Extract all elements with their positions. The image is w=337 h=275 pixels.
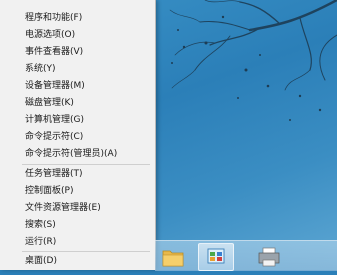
menu-item-control-panel[interactable]: 控制面板(P) [0, 183, 155, 200]
menu-item-programs-features[interactable]: 程序和功能(F) [0, 10, 155, 27]
menu-item-power-options[interactable]: 电源选项(O) [0, 27, 155, 44]
menu-item-file-explorer[interactable]: 文件资源管理器(E) [0, 200, 155, 217]
printer-icon [258, 247, 280, 267]
winx-context-menu: 程序和功能(F) 电源选项(O) 事件查看器(V) 系统(Y) 设备管理器(M)… [0, 0, 156, 270]
menu-separator [22, 164, 150, 165]
menu-item-system[interactable]: 系统(Y) [0, 61, 155, 78]
menu-item-disk-management[interactable]: 磁盘管理(K) [0, 95, 155, 112]
menu-item-event-viewer[interactable]: 事件查看器(V) [0, 44, 155, 61]
menu-item-computer-management[interactable]: 计算机管理(G) [0, 112, 155, 129]
menu-item-run[interactable]: 运行(R) [0, 234, 155, 251]
menu-item-device-manager[interactable]: 设备管理器(M) [0, 78, 155, 95]
menu-item-task-manager[interactable]: 任务管理器(T) [0, 166, 155, 183]
taskbar-button-control-panel[interactable] [198, 243, 234, 271]
taskbar-button-printers[interactable] [251, 243, 287, 271]
menu-item-desktop[interactable]: 桌面(D) [0, 253, 155, 270]
taskbar-button-explorer[interactable] [155, 243, 191, 271]
menu-item-command-prompt-admin[interactable]: 命令提示符(管理员)(A) [0, 146, 155, 163]
control-panel-icon [207, 248, 225, 264]
menu-separator [22, 251, 150, 252]
taskbar [155, 240, 337, 271]
menu-item-command-prompt[interactable]: 命令提示符(C) [0, 129, 155, 146]
folder-icon [162, 250, 184, 267]
menu-item-search[interactable]: 搜索(S) [0, 217, 155, 234]
